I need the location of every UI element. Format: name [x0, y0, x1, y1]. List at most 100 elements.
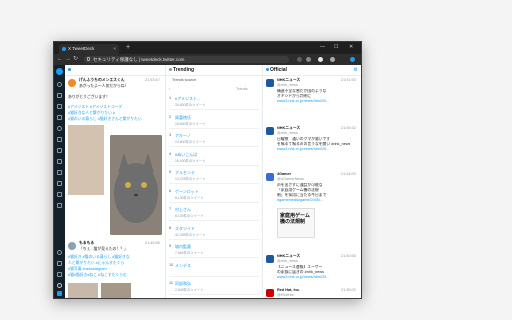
tweet-author[interactable]: げんふうちのメンエスくん [79, 78, 125, 83]
tweet-author[interactable]: もるもる [79, 241, 94, 246]
trend-item[interactable]: 3 アキーノ 14,600件のツイート [169, 132, 259, 147]
trend-item[interactable]: 9 城内監督 7,664件のツイート [169, 243, 259, 258]
trend-rank: 1 [169, 96, 172, 100]
tweet-handle[interactable]: @nhk_news [277, 259, 298, 264]
trend-rank: 3 [169, 133, 172, 137]
tweet-hashtags[interactable]: #猫好き #猫のいる暮らし #猫好きな [68, 255, 130, 260]
forward-icon[interactable]: → [65, 54, 71, 65]
home-icon[interactable] [57, 93, 62, 98]
trend-tweet-count: 42,339件のツイート [175, 232, 206, 237]
collapse-icon[interactable] [57, 272, 62, 277]
tweet-image-thumb[interactable] [68, 125, 104, 195]
new-tab-button[interactable]: + [126, 43, 130, 53]
tweet-text: ありがとうございます！ [68, 95, 110, 99]
tweet-handle[interactable]: @nhk_news [277, 83, 298, 88]
trend-rank: 11 [169, 281, 173, 285]
trend-item[interactable]: 6 ゲーンロット 8,130件のツイート [169, 188, 259, 203]
trend-item[interactable]: 8 スタツイド 42,339件のツイート [169, 225, 259, 240]
tweet-text: 「ちぇ...猫が見えたの！？」 [79, 247, 128, 251]
tweet-hashtags[interactable]: #猫#猫好き#ねこ #ねこすたぐらむ [68, 273, 127, 278]
extension-icon[interactable] [297, 57, 302, 62]
maximize-icon[interactable]: ☐ [334, 42, 338, 53]
trend-tweet-count: 14,600件のツイート [175, 140, 206, 144]
compose-icon[interactable] [56, 68, 63, 75]
profile-icon[interactable] [57, 159, 62, 164]
official-column: Official ⚙ NHKニュース @nhk_news 21:41:53 構造不全な… [263, 65, 361, 298]
tweet-image-thumb[interactable] [68, 283, 98, 298]
tweet-time: 21:45:32 [341, 126, 356, 130]
trend-item[interactable]: 5 アルセンテ 13,478件のツイート [169, 169, 259, 184]
close-window-icon[interactable]: ✕ [349, 42, 353, 53]
messages-icon[interactable] [57, 115, 62, 120]
cat-illustration-icon [110, 135, 162, 235]
column-settings-icon[interactable]: ⚙ [354, 65, 358, 75]
profile-avatar-icon[interactable] [330, 57, 335, 62]
trend-tweet-count: 13,478件のツイート [175, 177, 206, 181]
tweet-image-thumb[interactable] [101, 283, 131, 298]
link-card-image[interactable]: 家庭用ゲーム機の法規制 [277, 208, 315, 238]
home-column: げんふうちのメンエスくん 21:53:47 あがったよ〜人気だからね！ ありがと… [65, 65, 166, 298]
back-icon[interactable]: ← [57, 54, 63, 65]
collection-icon[interactable] [57, 192, 62, 197]
trend-name[interactable]: メンデス [175, 263, 191, 269]
extension-icon[interactable] [306, 57, 311, 62]
trends-filter[interactable]: Trends [236, 87, 248, 92]
menu-icon[interactable] [350, 57, 355, 62]
settings-icon[interactable] [57, 283, 62, 288]
tweet-time: 21:45:56 [145, 241, 160, 245]
tweet-hashtags[interactable]: 人と繋がりたい #にゃんすたぐら [68, 261, 124, 266]
tab-title: X TweetDeck [68, 46, 95, 51]
trends-source-label[interactable]: Trends source [172, 78, 196, 83]
likes-icon[interactable] [57, 148, 62, 153]
activity-icon[interactable] [57, 203, 62, 208]
trend-rank: 9 [169, 244, 172, 248]
trend-item[interactable]: 1 #アメジスト... 34,600件のツイート [169, 95, 259, 110]
reload-icon[interactable]: ↻ [73, 54, 78, 65]
trend-item[interactable]: 10 メンデス [169, 262, 259, 277]
notifications-icon[interactable] [57, 104, 62, 109]
tweet-time: 21:35:00 [341, 288, 356, 292]
avatar [266, 289, 274, 297]
tweet-handle[interactable]: @4GamerNews [277, 177, 304, 182]
trend-tweet-count: 8,130件のツイート [175, 195, 204, 200]
browser-tab[interactable]: X TweetDeck × [59, 44, 119, 54]
account-icon[interactable] [57, 291, 62, 296]
back-arrow-icon[interactable]: ‹ [169, 87, 170, 92]
trend-item[interactable]: 7 村上さん 8,130件のツイート [169, 206, 259, 221]
trend-tweet-count: 7,664件のツイート [175, 251, 204, 255]
trend-rank: 6 [169, 188, 172, 193]
list-icon [266, 68, 269, 71]
trend-item[interactable]: 4 #ぬいこんぱ 16,400件のツイート [169, 151, 259, 166]
tweet-handle[interactable]: @nhk_news [277, 131, 298, 136]
trend-rank: 5 [169, 170, 172, 174]
trend-rank: 8 [169, 225, 172, 230]
trend-item[interactable]: 2 周富徳氏 18,500件のツイート [169, 114, 259, 129]
cat-photo[interactable] [110, 135, 162, 235]
tweet-hashtags[interactable]: #猫のいる暮らし #猫好きさんと繋がりたい [68, 117, 142, 122]
tweetdeck-sidebar [54, 65, 65, 298]
avatar [266, 173, 274, 181]
trend-item[interactable]: 11 阿部和弘 2,849件のツイート [169, 280, 259, 295]
list-icon[interactable] [57, 181, 62, 186]
trend-tweet-count: 18,500件のツイート [175, 121, 206, 126]
official-column-header: Official ⚙ [263, 65, 361, 76]
url-field[interactable]: セキュリティ保護なし | tweetdeck.twitter.com [84, 56, 289, 63]
tweetdeck-favicon-icon [62, 47, 66, 51]
search-icon[interactable] [57, 82, 62, 87]
lists-icon[interactable] [57, 137, 62, 142]
trend-rank: 2 [169, 114, 172, 119]
add-column-icon[interactable] [57, 250, 62, 255]
address-bar: ← → ↻ セキュリティ保護なし | tweetdeck.twitter.com [54, 54, 361, 65]
close-tab-icon[interactable]: × [113, 44, 116, 54]
extension-icon[interactable] [318, 57, 323, 62]
trending-icon[interactable] [57, 170, 62, 175]
trending-column-header: Trending [166, 65, 262, 76]
tweet-hashtags[interactable]: #猫好きな人と繋がりたい # [68, 111, 115, 116]
mentions-icon[interactable] [57, 126, 62, 131]
tweet-handle[interactable]: @RedHat [277, 293, 294, 298]
collapse-icon[interactable] [57, 261, 62, 266]
trend-tweet-count: 16,400件のツイート [175, 158, 206, 163]
tweet-hashtags[interactable]: #アメジスト #アメジストコーデ [68, 105, 122, 110]
tweet-hashtags[interactable]: #猫写真 #nekostagram [68, 267, 107, 272]
minimize-icon[interactable]: — [320, 42, 325, 53]
